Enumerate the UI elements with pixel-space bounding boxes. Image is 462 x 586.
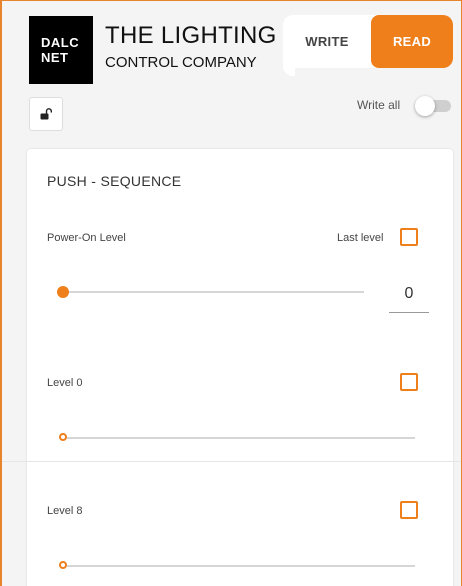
brand-title: THE LIGHTING	[105, 22, 277, 49]
push-sequence-card: PUSH - SEQUENCE Power-On Level Last leve…	[27, 149, 453, 586]
mode-toggle: WRITE READ	[283, 15, 453, 68]
write-all-label: Write all	[357, 98, 401, 112]
power-on-level-slider-track[interactable]	[63, 291, 364, 293]
last-level-label: Last level	[337, 232, 384, 244]
dalcnet-logo: DALC NET	[29, 16, 93, 84]
power-on-level-value[interactable]: 0	[389, 277, 429, 313]
last-level-checkbox[interactable]	[400, 228, 418, 246]
level-8-label: Level 8	[47, 505, 83, 517]
unlock-icon	[40, 108, 52, 120]
power-on-level-slider-thumb[interactable]	[57, 286, 69, 298]
level-0-label: Level 0	[47, 377, 83, 389]
level-8-checkbox[interactable]	[400, 501, 418, 519]
write-mode-button[interactable]: WRITE	[283, 15, 371, 68]
brand-subtitle: CONTROL COMPANY	[105, 54, 257, 71]
logo-line-1: DALC	[41, 35, 80, 50]
lock-button[interactable]	[29, 97, 63, 131]
level-0-slider-track[interactable]	[63, 437, 415, 439]
power-on-level-label: Power-On Level	[47, 232, 126, 244]
section-divider	[2, 461, 461, 462]
level-0-slider-thumb[interactable]	[59, 433, 67, 441]
app-frame: DALC NET THE LIGHTING CONTROL COMPANY WR…	[0, 0, 462, 586]
level-8-slider-track[interactable]	[63, 565, 415, 567]
level-0-checkbox[interactable]	[400, 373, 418, 391]
read-mode-button[interactable]: READ	[371, 15, 453, 68]
logo-line-2: NET	[41, 50, 69, 65]
write-all-switch[interactable]	[415, 96, 453, 116]
switch-thumb	[415, 96, 435, 116]
card-title: PUSH - SEQUENCE	[47, 173, 182, 189]
level-8-slider-thumb[interactable]	[59, 561, 67, 569]
